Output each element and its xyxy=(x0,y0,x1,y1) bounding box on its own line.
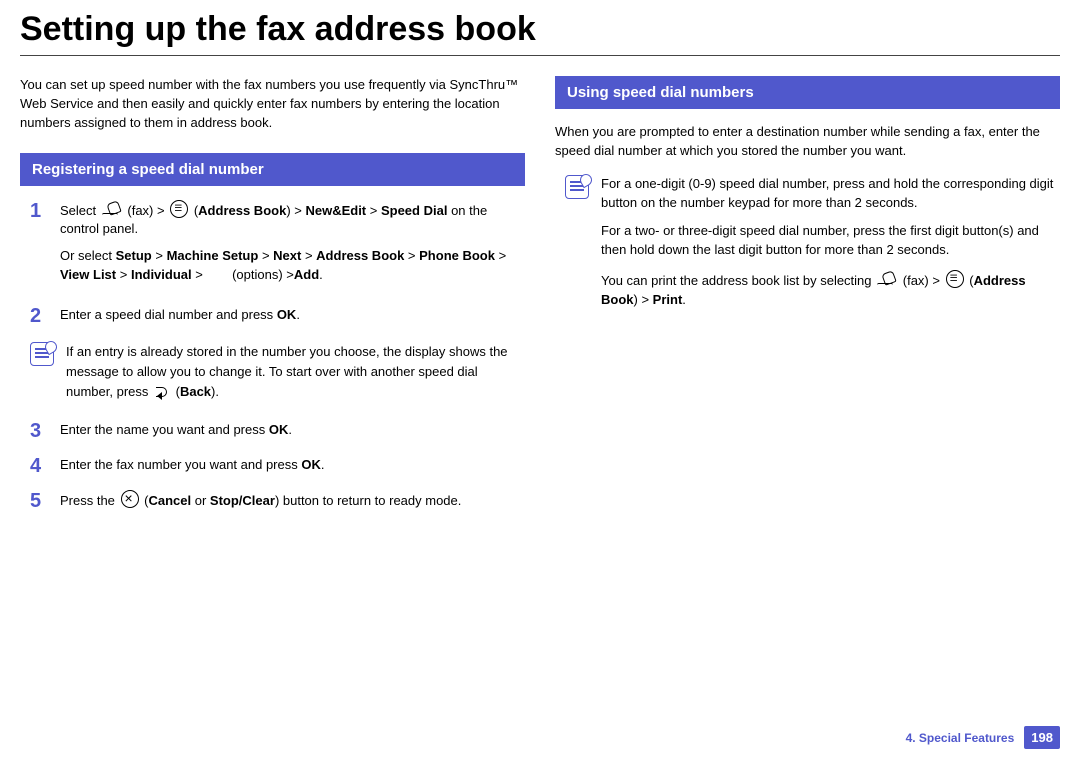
note-icon xyxy=(30,342,54,366)
step1a-ab-label: Address Book xyxy=(198,203,286,218)
gt: > xyxy=(404,248,419,263)
dot: . xyxy=(288,422,292,437)
step1b-pb: Phone Book xyxy=(419,248,495,263)
step-3: 3 Enter the name you want and press OK. xyxy=(20,420,525,443)
step1a-fax: (fax) > xyxy=(127,203,168,218)
step1b-next: Next xyxy=(273,248,301,263)
step1b-vl: View List xyxy=(60,267,116,282)
dot: . xyxy=(296,307,300,322)
options-icon xyxy=(208,270,226,282)
step1a-mid2: > xyxy=(366,203,381,218)
step3-pre: Enter the name you want and press xyxy=(60,422,269,437)
note-p3-mid: ) > xyxy=(634,292,653,307)
step5-cancel: Cancel xyxy=(148,493,191,508)
note-t1: If an entry is already stored in the num… xyxy=(66,344,508,399)
step-5-body: Press the (Cancel or Stop/Clear) button … xyxy=(60,490,525,513)
gt: > xyxy=(116,267,131,282)
step-1: 1 Select (fax) > (Address Book) > New&Ed… xyxy=(20,200,525,293)
step1b-ms: Machine Setup xyxy=(167,248,259,263)
fax-icon xyxy=(877,274,897,288)
left-column: You can set up speed number with the fax… xyxy=(20,76,525,525)
step-number-5: 5 xyxy=(30,490,48,513)
step1a-sd: Speed Dial xyxy=(381,203,447,218)
gt: > xyxy=(301,248,316,263)
note-body: For a one-digit (0-9) speed dial number,… xyxy=(601,175,1060,320)
dot: . xyxy=(321,457,325,472)
step5-post: ) button to return to ready mode. xyxy=(275,493,461,508)
note-p3-pre: You can print the address book list by s… xyxy=(601,273,875,288)
back-icon xyxy=(154,387,170,399)
step4-pre: Enter the fax number you want and press xyxy=(60,457,301,472)
gt: > xyxy=(495,248,506,263)
dot: . xyxy=(319,267,323,282)
step-3-body: Enter the name you want and press OK. xyxy=(60,420,525,443)
step2-pre: Enter a speed dial number and press xyxy=(60,307,277,322)
step1b-pre: Or select xyxy=(60,248,116,263)
note-p3-fax: (fax) > xyxy=(903,273,944,288)
gt: > xyxy=(258,248,273,263)
intro-paragraph: You can set up speed number with the fax… xyxy=(20,76,525,133)
right-column: Using speed dial numbers When you are pr… xyxy=(555,76,1060,525)
step1a-ne: New&Edit xyxy=(305,203,366,218)
note-p3-print: Print xyxy=(653,292,683,307)
note-t2: ). xyxy=(211,384,219,399)
step3-ok: OK xyxy=(269,422,289,437)
section-heading-registering: Registering a speed dial number xyxy=(20,153,525,186)
step1a-mid: ) > xyxy=(286,203,305,218)
step1b-add: Add xyxy=(294,267,319,282)
step5-stopclear: Stop/Clear xyxy=(210,493,275,508)
step2-ok: OK xyxy=(277,307,297,322)
address-book-icon xyxy=(946,270,964,288)
right-intro: When you are prompted to enter a destina… xyxy=(555,123,1060,161)
note-back: Back xyxy=(180,384,211,399)
note-existing-entry: If an entry is already stored in the num… xyxy=(30,342,525,402)
step-number-2: 2 xyxy=(30,305,48,328)
step-number-1: 1 xyxy=(30,200,48,293)
step5-pre: Press the xyxy=(60,493,119,508)
page-title: Setting up the fax address book xyxy=(0,0,1080,55)
fax-icon xyxy=(102,204,122,218)
section-heading-using: Using speed dial numbers xyxy=(555,76,1060,109)
content-columns: You can set up speed number with the fax… xyxy=(0,56,1080,545)
footer-chapter: 4. Special Features xyxy=(906,731,1015,745)
cancel-icon xyxy=(121,490,139,508)
step-1-body: Select (fax) > (Address Book) > New&Edit… xyxy=(60,200,525,293)
step-number-4: 4 xyxy=(30,455,48,478)
step-4: 4 Enter the fax number you want and pres… xyxy=(20,455,525,478)
step1b-opts: (options) > xyxy=(228,267,293,282)
note-speed-dial: For a one-digit (0-9) speed dial number,… xyxy=(565,175,1060,320)
step-5: 5 Press the (Cancel or Stop/Clear) butto… xyxy=(20,490,525,513)
step-number-3: 3 xyxy=(30,420,48,443)
step1b-ab: Address Book xyxy=(316,248,404,263)
page-footer: 4. Special Features 198 xyxy=(906,726,1060,749)
step-2-body: Enter a speed dial number and press OK. xyxy=(60,305,525,328)
note-p2: For a two- or three-digit speed dial num… xyxy=(601,222,1060,260)
step5-or: or xyxy=(191,493,210,508)
note-p3-dot: . xyxy=(682,292,686,307)
step-2: 2 Enter a speed dial number and press OK… xyxy=(20,305,525,328)
step-4-body: Enter the fax number you want and press … xyxy=(60,455,525,478)
step1b-setup: Setup xyxy=(116,248,152,263)
step4-ok: OK xyxy=(301,457,321,472)
note-body: If an entry is already stored in the num… xyxy=(66,342,525,402)
note-icon xyxy=(565,175,589,199)
step1b-ind: Individual xyxy=(131,267,192,282)
step1a-text: Select xyxy=(60,203,100,218)
address-book-icon xyxy=(170,200,188,218)
note-p1: For a one-digit (0-9) speed dial number,… xyxy=(601,175,1060,213)
page-number-badge: 198 xyxy=(1024,726,1060,749)
gt: > xyxy=(152,248,167,263)
